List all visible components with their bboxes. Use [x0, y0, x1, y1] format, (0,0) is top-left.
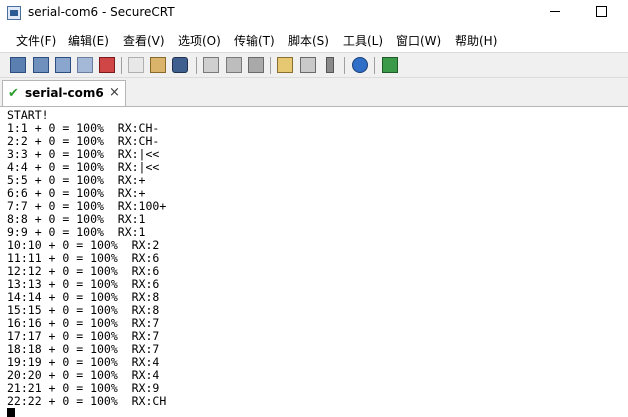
session-options-icon[interactable]: [277, 57, 293, 73]
keymap-icon[interactable]: [300, 57, 316, 73]
tab-strip: ✔ serial-com6 ×: [0, 78, 628, 106]
tab-label: serial-com6: [25, 86, 104, 100]
toolbar-separator: [270, 57, 271, 74]
toolbar: [0, 52, 628, 78]
help-icon[interactable]: [352, 57, 368, 73]
securecrt-app-icon[interactable]: [7, 6, 21, 20]
maximize-button[interactable]: [578, 0, 624, 26]
screen-icon[interactable]: [382, 57, 398, 73]
toolbar-separator: [374, 57, 375, 74]
print-setup-icon[interactable]: [226, 57, 242, 73]
title-bar: serial-com6 - SecureCRT: [0, 0, 628, 28]
toolbar-separator: [344, 57, 345, 74]
printer-icon[interactable]: [248, 57, 264, 73]
find-icon[interactable]: [172, 57, 188, 73]
connect-icon[interactable]: [10, 57, 26, 73]
minimize-button[interactable]: [532, 0, 578, 26]
close-tab-icon[interactable]: ×: [109, 85, 120, 100]
toolbar-separator: [196, 57, 197, 74]
disconnect-icon[interactable]: [99, 57, 115, 73]
terminal-lines: START! 1:1 + 0 = 100% RX:CH- 2:2 + 0 = 1…: [7, 109, 166, 408]
menu-edit[interactable]: 编辑(E): [68, 32, 109, 49]
connect-in-tab-icon[interactable]: [55, 57, 71, 73]
menu-help[interactable]: 帮助(H): [455, 32, 497, 49]
terminal-output[interactable]: START! 1:1 + 0 = 100% RX:CH- 2:2 + 0 = 1…: [0, 106, 628, 417]
connected-check-icon: ✔: [8, 86, 19, 101]
menu-tools[interactable]: 工具(L): [343, 32, 383, 49]
window-title: serial-com6 - SecureCRT: [28, 5, 175, 19]
sftp-icon[interactable]: [326, 57, 334, 73]
toolbar-separator: [121, 57, 122, 74]
copy-icon[interactable]: [128, 57, 144, 73]
menu-options[interactable]: 选项(O): [178, 32, 221, 49]
menu-bar: 文件(F) 编辑(E) 查看(V) 选项(O) 传输(T) 脚本(S) 工具(L…: [0, 28, 628, 50]
terminal-line: 22:22 + 0 = 100% RX:CH: [7, 394, 167, 408]
tab-serial-com6[interactable]: ✔ serial-com6 ×: [2, 80, 126, 106]
menu-transfer[interactable]: 传输(T): [234, 32, 275, 49]
maximize-icon: [595, 6, 607, 17]
menu-window[interactable]: 窗口(W): [396, 32, 441, 49]
print-icon[interactable]: [203, 57, 219, 73]
menu-view[interactable]: 查看(V): [123, 32, 165, 49]
minimize-icon: [550, 11, 560, 12]
menu-script[interactable]: 脚本(S): [288, 32, 329, 49]
paste-icon[interactable]: [150, 57, 166, 73]
quick-connect-icon[interactable]: [33, 57, 49, 73]
terminal-cursor: [7, 408, 15, 417]
menu-file[interactable]: 文件(F): [16, 32, 56, 49]
reconnect-icon[interactable]: [77, 57, 93, 73]
